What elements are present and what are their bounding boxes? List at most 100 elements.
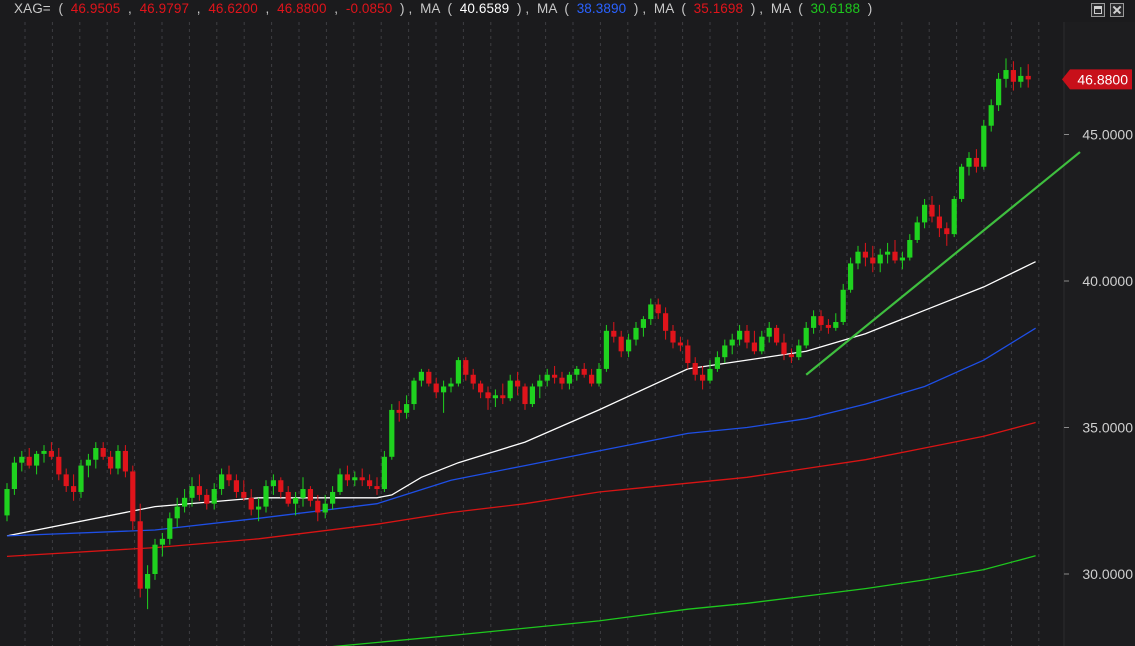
candle-body	[973, 157, 979, 167]
candle-body	[825, 324, 831, 328]
candle-body	[196, 486, 202, 495]
candle-body	[633, 327, 639, 340]
candle-body	[611, 330, 617, 337]
candle	[152, 538, 158, 580]
candle-body	[485, 392, 491, 399]
y-tick-label: 30.0000	[1082, 566, 1133, 582]
low-value: 46.6200	[208, 1, 258, 16]
candle-body	[404, 404, 410, 413]
candle-body	[692, 363, 698, 375]
candle-body	[618, 336, 624, 352]
ma2-value: 38.3890	[576, 1, 627, 16]
candle-body	[26, 456, 32, 466]
candle-body	[774, 327, 780, 343]
candle-body	[115, 450, 121, 469]
candle-body	[507, 380, 513, 399]
ma4-value: 30.6188	[810, 1, 861, 16]
ma1-label: MA	[420, 1, 440, 16]
candle-body	[189, 486, 195, 498]
candle-body	[803, 327, 809, 346]
candle-body	[1003, 70, 1009, 79]
candle-body	[63, 474, 69, 487]
candle-body	[174, 506, 180, 519]
candle-body	[544, 374, 550, 381]
maximize-icon[interactable]	[1091, 3, 1105, 17]
ma4-label: MA	[770, 1, 791, 16]
candle-body	[478, 383, 484, 393]
candle-body	[41, 450, 47, 454]
candle-body	[455, 360, 461, 384]
candle-body	[981, 125, 987, 167]
candle	[455, 357, 461, 387]
candle-body	[670, 330, 676, 343]
close-icon[interactable]	[1110, 3, 1124, 17]
candle-body	[796, 345, 802, 358]
candle-body	[537, 380, 543, 387]
candle-body	[367, 480, 373, 487]
candle-body	[959, 166, 965, 199]
candle-body	[936, 216, 942, 229]
grid-lines	[0, 0, 1135, 646]
candle-body	[19, 456, 25, 463]
chart-background	[0, 0, 1135, 646]
candle-body	[122, 450, 128, 472]
candle-body	[870, 257, 876, 264]
candle-body	[322, 503, 328, 513]
candle-body	[811, 316, 817, 328]
candle-body	[463, 360, 469, 375]
candle-body	[78, 465, 84, 492]
candle-body	[145, 574, 151, 589]
candle-body	[470, 374, 476, 384]
candle-body	[11, 462, 17, 490]
ma3-value: 35.1698	[693, 1, 744, 16]
ma2-label: MA	[536, 1, 557, 16]
candle-body	[167, 518, 173, 539]
candle-body	[589, 374, 595, 384]
candle-body	[552, 374, 558, 378]
candle	[389, 404, 395, 460]
candle-body	[648, 304, 654, 320]
symbol-label: XAG=	[14, 1, 51, 16]
candle-body	[944, 228, 950, 235]
candle-body	[929, 204, 935, 217]
last-price-tag: 46.8800	[1062, 69, 1132, 90]
candle-body	[256, 506, 262, 510]
candle	[529, 383, 535, 407]
candle-body	[663, 313, 669, 331]
candle-body	[492, 395, 498, 399]
candle-body	[418, 371, 424, 381]
candle-body	[766, 327, 772, 337]
candle-body	[966, 157, 972, 167]
candle-body	[307, 489, 313, 501]
candle	[951, 196, 957, 238]
candle-body	[389, 409, 395, 457]
candle-body	[737, 330, 743, 340]
candle	[959, 163, 965, 202]
candle	[774, 324, 780, 346]
candle-body	[1018, 75, 1024, 82]
candle-body	[337, 474, 343, 492]
candle-body	[781, 342, 787, 355]
ohlc-header: XAG= ( 46.9505 , 46.9797 , 46.6200 , 46.…	[14, 1, 873, 16]
price-chart[interactable]: 30.0000 35.0000 40.0000 45.0000 46.8800	[0, 0, 1135, 646]
axis-pane	[1064, 22, 1135, 646]
candle-body	[374, 486, 380, 490]
candle-body	[529, 386, 535, 405]
candle-body	[159, 538, 165, 545]
y-tick-label: 40.0000	[1082, 273, 1133, 289]
candle-body	[914, 222, 920, 240]
candle-body	[714, 357, 720, 369]
candle-body	[315, 500, 321, 513]
candle-body	[907, 239, 913, 258]
candle-body	[226, 474, 232, 481]
candle-body	[833, 322, 839, 328]
candle-body	[182, 497, 188, 507]
candle-body	[300, 489, 306, 498]
close-value: 46.8800	[277, 1, 327, 16]
y-tick-label: 35.0000	[1082, 420, 1133, 436]
last-price-label: 46.8800	[1077, 71, 1128, 87]
candle-body	[48, 450, 54, 457]
candle-body	[137, 521, 143, 589]
candle-body	[4, 489, 10, 516]
candle-body	[100, 448, 106, 457]
